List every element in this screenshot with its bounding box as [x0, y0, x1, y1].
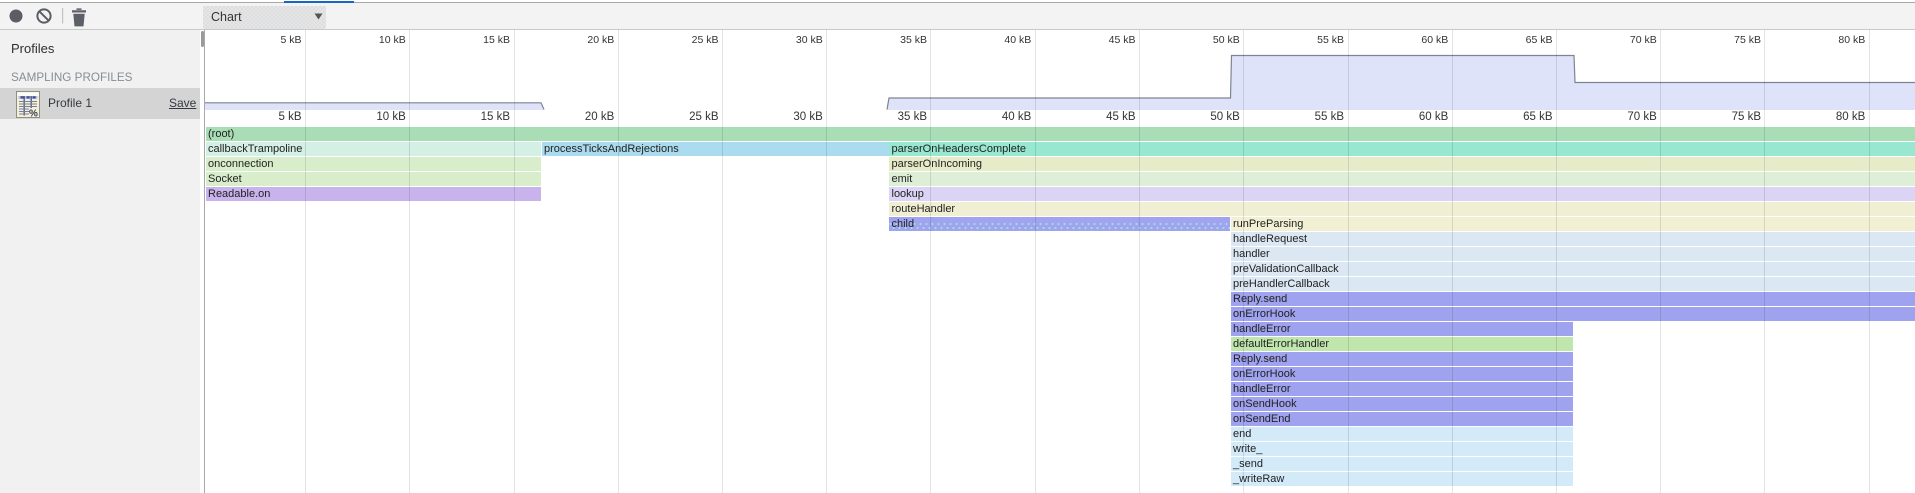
svg-text:%: %: [29, 109, 38, 119]
